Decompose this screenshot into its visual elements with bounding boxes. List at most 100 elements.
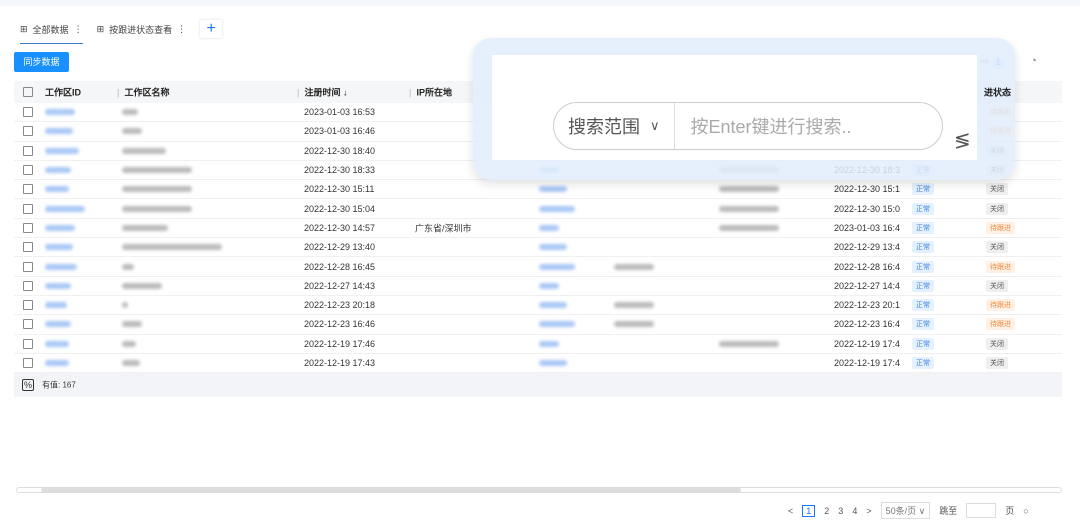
- select-all-checkbox[interactable]: [23, 87, 33, 97]
- value-count: 有值: 167: [42, 380, 76, 390]
- workspace-name: [122, 167, 192, 174]
- status-tag: 正常: [912, 221, 934, 234]
- status-tag: 正常: [912, 357, 934, 369]
- workspace-id-link[interactable]: [45, 167, 71, 174]
- page-1[interactable]: 1: [802, 504, 816, 517]
- more-icon[interactable]: ⋮: [177, 24, 186, 35]
- col-workspace-id[interactable]: 工作区ID: [45, 86, 81, 99]
- col-workspace-name[interactable]: | 工作区名称: [117, 86, 170, 99]
- blurred-value: [614, 321, 654, 328]
- search-input[interactable]: 按Enter键进行搜索..: [675, 113, 852, 139]
- table-row[interactable]: 2022-12-30 14:57 广东省/深圳市 2023-01-03 16:4…: [14, 219, 1062, 239]
- blurred-value: [614, 302, 654, 309]
- layers-icon[interactable]: ≶: [954, 128, 971, 153]
- table-row[interactable]: 2022-12-30 15:04 2022-12-30 15:0 正常 关闭: [14, 199, 1062, 219]
- next-page-button[interactable]: >: [866, 506, 871, 516]
- workspace-name: [122, 147, 166, 154]
- table-row[interactable]: 2022-12-30 15:11 2022-12-30 15:1 正常 关闭: [14, 180, 1062, 200]
- workspace-id-link[interactable]: [45, 224, 75, 231]
- grid-icon: ⊞: [20, 23, 28, 34]
- follow-time: 2022-12-23 16:4: [834, 319, 901, 330]
- col-register-time[interactable]: | 注册时间 ↓: [297, 86, 348, 99]
- status-tag: 正常: [912, 299, 934, 312]
- blurred-link[interactable]: [539, 205, 575, 212]
- grid-icon: ⊞: [96, 23, 105, 34]
- workspace-name: [122, 128, 142, 135]
- table-row[interactable]: 2022-12-27 14:43 2022-12-27 14:4 正常 关闭: [14, 277, 1062, 296]
- horizontal-scrollbar[interactable]: [16, 487, 1062, 493]
- row-checkbox[interactable]: [23, 338, 33, 349]
- row-checkbox[interactable]: [23, 261, 33, 272]
- blurred-link[interactable]: [539, 263, 575, 270]
- row-checkbox[interactable]: [23, 280, 33, 291]
- workspace-id-link[interactable]: [45, 244, 73, 251]
- workspace-id-link[interactable]: [45, 205, 85, 212]
- row-checkbox[interactable]: [23, 165, 33, 176]
- workspace-id-link[interactable]: [45, 360, 69, 366]
- add-tab-button[interactable]: +: [200, 20, 222, 38]
- tab-by-follow-status[interactable]: ⊞ 按跟进状态查看 ⋮: [97, 14, 187, 44]
- more-icon[interactable]: ⋮: [74, 24, 83, 35]
- table-row[interactable]: 2022-12-28 16:45 2022-12-28 16:4 正常 待跟进: [14, 257, 1062, 277]
- row-checkbox[interactable]: [23, 203, 33, 214]
- jump-page-input[interactable]: [966, 503, 997, 518]
- workspace-id-link[interactable]: [45, 321, 71, 328]
- top-bar: [0, 0, 1080, 6]
- blurred-link[interactable]: [539, 282, 559, 289]
- table-row[interactable]: 2022-12-19 17:46 2022-12-19 17:4 正常 关闭: [14, 335, 1062, 354]
- blurred-link[interactable]: [539, 186, 567, 193]
- blurred-value: [719, 186, 779, 193]
- col-follow-status[interactable]: 进状态: [984, 86, 1011, 99]
- row-checkbox[interactable]: [23, 107, 33, 118]
- workspace-id-link[interactable]: [45, 263, 77, 270]
- workspace-id-link[interactable]: [45, 282, 71, 289]
- workspace-id-link[interactable]: [45, 128, 73, 135]
- workspace-id-link[interactable]: [45, 302, 67, 309]
- table-row[interactable]: 2022-12-19 17:43 2022-12-19 17:4 正常 关闭: [14, 354, 1062, 374]
- follow-time: 2022-12-19 17:4: [834, 338, 901, 349]
- row-checkbox[interactable]: [23, 145, 33, 156]
- jump-label: 跳至: [939, 506, 958, 516]
- tab-all-data[interactable]: ⊞ 全部数据 ⋮: [20, 14, 83, 44]
- workspace-name: [122, 340, 136, 347]
- row-checkbox[interactable]: [23, 300, 33, 311]
- blurred-link[interactable]: [539, 321, 575, 328]
- workspace-id-link[interactable]: [45, 147, 79, 154]
- row-checkbox[interactable]: [23, 358, 33, 368]
- row-checkbox[interactable]: [23, 184, 33, 195]
- blurred-link[interactable]: [539, 224, 559, 231]
- register-time: 2022-12-28 16:45: [304, 261, 376, 272]
- chart-icon[interactable]: ◔: [1030, 55, 1037, 69]
- page-3[interactable]: 3: [838, 506, 843, 516]
- workspace-id-link[interactable]: [45, 109, 75, 116]
- row-checkbox[interactable]: [23, 242, 33, 253]
- workspace-name: [122, 282, 162, 289]
- row-checkbox[interactable]: [23, 126, 33, 137]
- follow-status-tag: 关闭: [986, 183, 1008, 196]
- page-4[interactable]: 4: [852, 506, 857, 516]
- follow-time: 2022-12-29 13:4: [834, 242, 901, 253]
- search-scope-select[interactable]: 搜索范围 ∨: [554, 103, 675, 149]
- refresh-icon[interactable]: ○: [1023, 506, 1028, 516]
- percent-icon[interactable]: %: [22, 379, 35, 392]
- prev-page-button[interactable]: <: [788, 506, 793, 516]
- page-size-select[interactable]: 50条/页 ∨: [880, 502, 931, 519]
- chevron-down-icon: ∨: [650, 118, 660, 133]
- table-row[interactable]: 2022-12-29 13:40 2022-12-29 13:4 正常 关闭: [14, 238, 1062, 258]
- blurred-link[interactable]: [539, 340, 559, 347]
- row-checkbox[interactable]: [23, 319, 33, 330]
- status-tag: 正常: [912, 260, 934, 273]
- workspace-id-link[interactable]: [45, 186, 69, 193]
- table-row[interactable]: 2022-12-23 20:18 2022-12-23 20:1 正常 待跟进: [14, 296, 1062, 316]
- blurred-link[interactable]: [539, 244, 567, 251]
- col-ip-location[interactable]: | IP所在地: [409, 86, 452, 99]
- table-footer: % 有值: 167: [14, 373, 1062, 398]
- row-checkbox[interactable]: [23, 222, 33, 233]
- sync-data-button[interactable]: 同步数据: [14, 52, 69, 72]
- table-row[interactable]: 2022-12-23 16:46 2022-12-23 16:4 正常 待跟进: [14, 315, 1062, 335]
- blurred-link[interactable]: [539, 302, 567, 309]
- page-2[interactable]: 2: [824, 506, 829, 516]
- workspace-name: [122, 186, 192, 193]
- workspace-id-link[interactable]: [45, 340, 69, 347]
- blurred-link[interactable]: [539, 360, 567, 366]
